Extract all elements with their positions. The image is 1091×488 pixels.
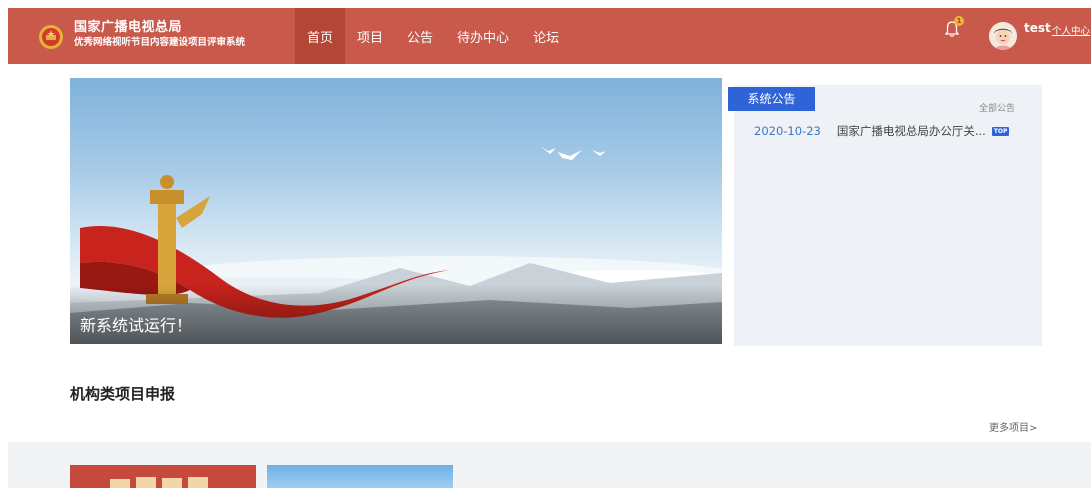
nav-announcements[interactable]: 公告 [395, 8, 445, 64]
user-center-link[interactable]: 个人中心 [1052, 23, 1090, 37]
top-badge: TOP [991, 126, 1010, 136]
section-title: 机构类项目申报 [70, 385, 176, 403]
nav-projects[interactable]: 项目 [345, 8, 395, 64]
banner-carousel[interactable]: 新系统试运行！ [70, 78, 722, 344]
avatar-face-icon [989, 22, 1017, 50]
brand-title[interactable]: 国家广播电视总局 优秀网络视听节目内容建设项目评审系统 [74, 20, 245, 50]
notice-title[interactable]: 国家广播电视总局办公厅关... [837, 123, 986, 139]
nav-home[interactable]: 首页 [295, 8, 346, 64]
nav-todo-center[interactable]: 待办中心 [445, 8, 521, 64]
more-projects-link[interactable]: 更多项目> [989, 419, 1037, 434]
notice-date: 2020-10-23 [754, 124, 821, 138]
project-card[interactable] [70, 465, 256, 488]
avatar[interactable] [989, 22, 1017, 50]
main-nav: 首页 项目 公告 待办中心 论坛 [295, 8, 571, 64]
project-card[interactable] [267, 465, 453, 488]
project-card-image [70, 465, 256, 488]
username[interactable]: test [1024, 21, 1051, 35]
system-name: 优秀网络视听节目内容建设项目评审系统 [74, 37, 246, 48]
notice-panel: 系统公告 全部公告 2020-10-23 国家广播电视总局办公厅关... TOP [728, 85, 1042, 346]
tab-system-announcements[interactable]: 系统公告 [728, 87, 815, 111]
nav-forum[interactable]: 论坛 [521, 8, 571, 64]
all-announcements-link[interactable]: 全部公告 [979, 101, 1015, 114]
national-emblem-icon [39, 25, 63, 49]
banner-caption[interactable]: 新系统试运行！ [80, 312, 192, 336]
notification-badge: 1 [954, 16, 964, 26]
top-header: 国家广播电视总局 优秀网络视听节目内容建设项目评审系统 首页 项目 公告 待办中… [8, 8, 1091, 64]
org-name: 国家广播电视总局 [74, 20, 183, 35]
notice-item[interactable]: 2020-10-23 国家广播电视总局办公厅关... TOP [754, 123, 1010, 139]
